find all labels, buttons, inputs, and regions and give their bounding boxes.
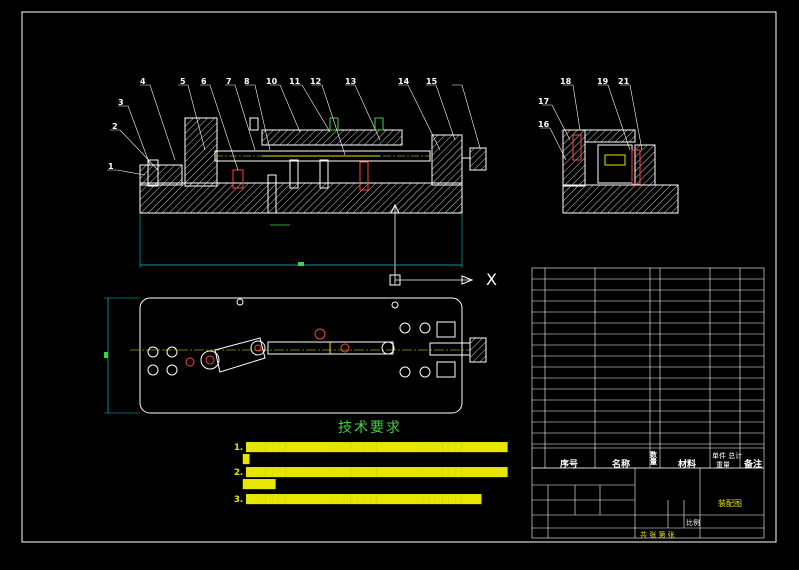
header-weight2: 重量: [716, 461, 730, 469]
front-balloon-2: 2: [112, 122, 118, 131]
side-balloon-17: 17: [538, 97, 550, 106]
front-balloon-13: 13: [345, 77, 357, 86]
side-leaders: [540, 84, 643, 161]
side-section-view: [562, 129, 679, 214]
handle-knob: [469, 147, 487, 171]
header-name: 名称: [612, 460, 631, 470]
front-balloon-4: 4: [140, 77, 146, 86]
scale-label: 比例: [686, 519, 700, 527]
vertical-support: [184, 117, 218, 187]
header-material: 材料: [678, 460, 697, 470]
front-balloon-11: 11: [289, 77, 301, 86]
front-balloon-14: 14: [398, 77, 410, 86]
front-balloon-3: 3: [118, 98, 124, 107]
sheet-label: 共 张 第 张: [640, 531, 675, 539]
tech-requirements-title: 技术要求: [338, 420, 402, 436]
front-balloon-7: 7: [226, 77, 232, 86]
header-seq: 序号: [560, 460, 579, 470]
front-balloon-8: 8: [244, 77, 250, 86]
front-balloon-6: 6: [201, 77, 207, 86]
top-rail: [261, 129, 403, 146]
top-view: [104, 297, 487, 414]
axis-label-x: X: [486, 270, 497, 289]
drawing-name: 装配图: [718, 499, 742, 508]
side-balloon-16: 16: [538, 120, 550, 129]
front-balloon-15: 15: [426, 77, 438, 86]
top-view-plate: [139, 297, 463, 414]
front-balloon-12: 12: [310, 77, 322, 86]
front-section-view: [139, 117, 487, 286]
front-balloon-1: 1: [108, 162, 114, 171]
left-block: [139, 164, 183, 186]
outer-frame: [21, 11, 777, 543]
front-balloon-10: 10: [266, 77, 278, 86]
side-balloon-21: 21: [618, 77, 630, 86]
parts-table: [531, 267, 765, 469]
header-remark: 备注: [744, 460, 763, 470]
side-balloon-18: 18: [560, 77, 572, 86]
base-plate: [139, 182, 463, 214]
inner-frame: [21, 11, 777, 543]
front-balloon-5: 5: [180, 77, 186, 86]
side-balloon-19: 19: [597, 77, 609, 86]
header-qty: 数量: [650, 451, 657, 466]
